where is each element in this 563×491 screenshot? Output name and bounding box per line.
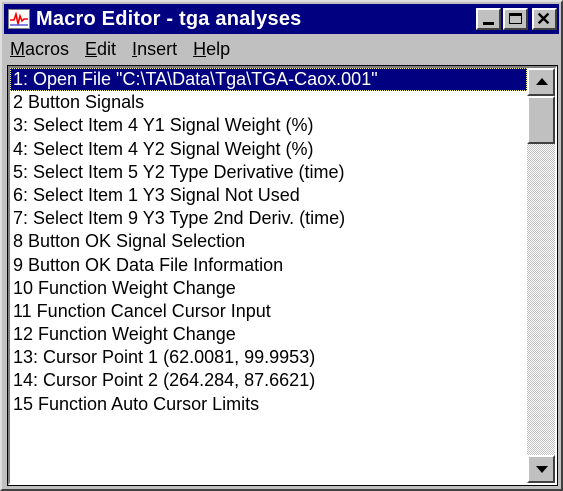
list-item[interactable]: 1: Open File "C:\TA\Data\Tga\TGA-Caox.00… <box>10 68 527 92</box>
scroll-down-button[interactable] <box>527 455 555 483</box>
scroll-up-button[interactable] <box>527 68 555 96</box>
list-item[interactable]: 4: Select Item 4 Y2 Signal Weight (%) <box>10 138 527 161</box>
menu-macros[interactable]: Macros <box>4 39 77 60</box>
close-button[interactable]: ✕ <box>532 8 557 30</box>
menu-edit[interactable]: Edit <box>77 39 124 60</box>
title-bar[interactable]: Macro Editor - tga analyses ✕ <box>4 4 559 34</box>
list-item[interactable]: 2 Button Signals <box>10 91 527 114</box>
list-item[interactable]: 7: Select Item 9 Y3 Type 2nd Deriv. (tim… <box>10 207 527 230</box>
list-item[interactable]: 9 Button OK Data File Information <box>10 254 527 277</box>
list-item[interactable]: 12 Function Weight Change <box>10 323 527 346</box>
window-title: Macro Editor - tga analyses <box>36 7 302 30</box>
list-item[interactable]: 8 Button OK Signal Selection <box>10 230 527 253</box>
waveform-icon[interactable] <box>8 9 30 29</box>
arrow-down-icon <box>536 466 548 473</box>
macro-editor-window: Macro Editor - tga analyses ✕ Macros Edi… <box>0 0 563 491</box>
scrollbar-thumb[interactable] <box>527 96 555 144</box>
list-item[interactable]: 14: Cursor Point 2 (264.284, 87.6621) <box>10 369 527 392</box>
arrow-up-icon <box>536 78 548 85</box>
list-item[interactable]: 10 Function Weight Change <box>10 277 527 300</box>
minimize-button[interactable] <box>476 8 501 30</box>
list-item[interactable]: 3: Select Item 4 Y1 Signal Weight (%) <box>10 114 527 137</box>
vertical-scrollbar[interactable] <box>527 68 555 483</box>
list-item[interactable]: 11 Function Cancel Cursor Input <box>10 300 527 323</box>
maximize-button[interactable] <box>503 8 528 30</box>
macro-list-items: 1: Open File "C:\TA\Data\Tga\TGA-Caox.00… <box>10 68 527 483</box>
list-item[interactable]: 6: Select Item 1 Y3 Signal Not Used <box>10 184 527 207</box>
list-item[interactable]: 13: Cursor Point 1 (62.0081, 99.9953) <box>10 346 527 369</box>
list-item[interactable]: 5: Select Item 5 Y2 Type Derivative (tim… <box>10 161 527 184</box>
menu-insert[interactable]: Insert <box>124 39 185 60</box>
menu-bar: Macros Edit Insert Help <box>4 36 559 62</box>
menu-help[interactable]: Help <box>185 39 238 60</box>
minimize-icon <box>483 22 494 25</box>
macro-list[interactable]: 1: Open File "C:\TA\Data\Tga\TGA-Caox.00… <box>7 65 558 486</box>
maximize-icon <box>509 13 522 24</box>
close-icon: ✕ <box>536 9 552 29</box>
list-item[interactable]: 15 Function Auto Cursor Limits <box>10 393 527 416</box>
